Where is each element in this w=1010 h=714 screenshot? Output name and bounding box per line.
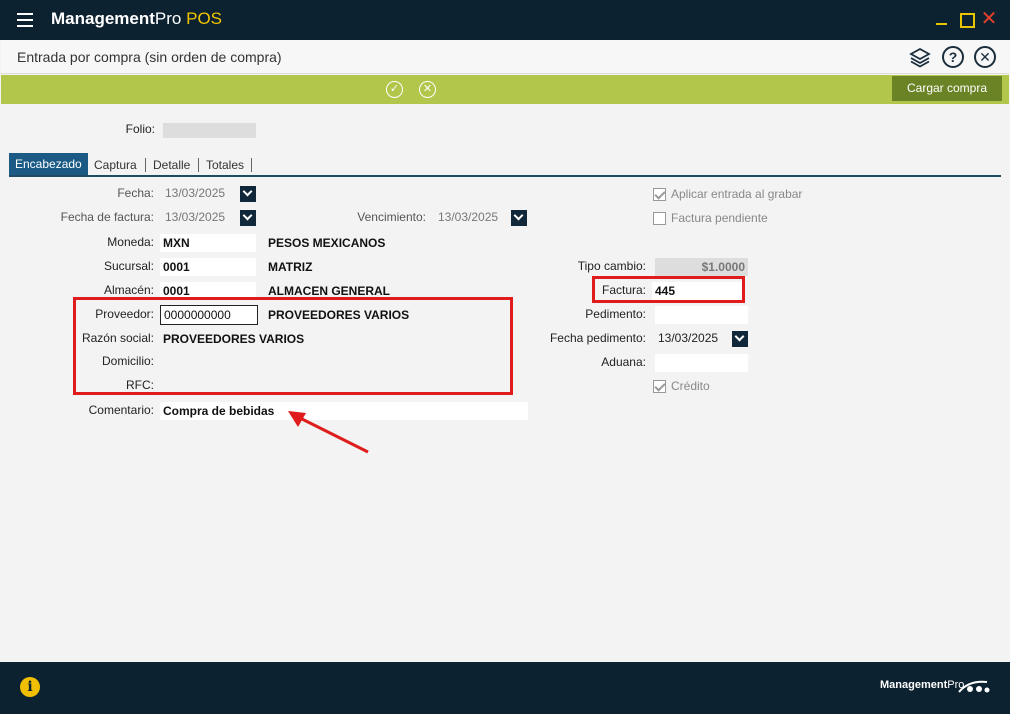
- confirm-icon[interactable]: ✓: [386, 81, 403, 98]
- help-icon[interactable]: ?: [942, 46, 964, 68]
- moneda-label: Moneda:: [107, 235, 154, 249]
- factura-highlight: [592, 276, 745, 303]
- sucursal-field[interactable]: 0001: [160, 258, 256, 276]
- comentario-label: Comentario:: [88, 403, 154, 417]
- factura-pendiente-checkbox[interactable]: [653, 212, 666, 225]
- menu-icon[interactable]: [17, 13, 33, 27]
- folio-label: Folio:: [125, 122, 155, 136]
- tab-encabezado[interactable]: Encabezado: [9, 153, 88, 175]
- page-title: Entrada por compra (sin orden de compra): [17, 49, 282, 65]
- proveedor-highlight: [73, 297, 513, 395]
- fecha-factura-calendar-icon[interactable]: [240, 210, 256, 226]
- aplicar-entrada-label: Aplicar entrada al grabar: [671, 187, 803, 201]
- vencimiento-label: Vencimiento:: [357, 210, 426, 224]
- fecha-pedimento-calendar-icon[interactable]: [732, 331, 748, 347]
- vencimiento-calendar-icon[interactable]: [511, 210, 527, 226]
- app-brand: ManagementPro POS: [51, 9, 223, 28]
- close-window-icon[interactable]: ✕: [980, 9, 998, 29]
- tab-totales[interactable]: Totales: [206, 155, 244, 175]
- fecha-factura-field[interactable]: 13/03/2025: [165, 208, 225, 226]
- info-icon[interactable]: i: [20, 677, 40, 697]
- folio-field[interactable]: [163, 123, 256, 138]
- cargar-compra-button[interactable]: Cargar compra: [892, 76, 1002, 101]
- moneda-field[interactable]: MXN: [160, 234, 256, 252]
- vencimiento-field[interactable]: 13/03/2025: [438, 208, 498, 226]
- almacen-label: Almacén:: [103, 283, 154, 297]
- moneda-name: PESOS MEXICANOS: [268, 236, 386, 250]
- aduana-label: Aduana:: [601, 355, 646, 369]
- fecha-label: Fecha:: [117, 186, 154, 200]
- credito-checkbox[interactable]: [653, 380, 666, 393]
- tipo-cambio-field[interactable]: $1.0000: [655, 258, 748, 276]
- footer-logo: ManagementPro: [880, 679, 965, 691]
- tab-captura[interactable]: Captura: [94, 155, 137, 175]
- minimize-icon[interactable]: [933, 10, 951, 28]
- footer-bar: i ManagementPro: [0, 662, 1010, 714]
- tab-separator: [251, 158, 252, 172]
- aplicar-entrada-checkbox[interactable]: [653, 188, 666, 201]
- fecha-pedimento-field[interactable]: 13/03/2025: [658, 329, 718, 347]
- layers-icon[interactable]: [909, 46, 931, 68]
- credito-label: Crédito: [671, 379, 710, 393]
- logo-mark-icon: [958, 680, 990, 693]
- tab-separator: [145, 158, 146, 172]
- tab-detalle[interactable]: Detalle: [153, 155, 190, 175]
- arrow-annotation-icon: [288, 411, 369, 454]
- fecha-factura-label: Fecha de factura:: [60, 210, 154, 224]
- close-form-icon[interactable]: ✕: [974, 46, 996, 68]
- form-header: Entrada por compra (sin orden de compra)…: [1, 40, 1009, 74]
- action-toolbar: ✓ ✕: [1, 75, 1009, 104]
- pedimento-label: Pedimento:: [585, 307, 646, 321]
- cancel-icon[interactable]: ✕: [419, 81, 436, 98]
- fecha-field[interactable]: 13/03/2025: [165, 184, 225, 202]
- fecha-pedimento-label: Fecha pedimento:: [549, 331, 646, 345]
- tab-separator: [198, 158, 199, 172]
- tipo-cambio-label: Tipo cambio:: [577, 259, 646, 273]
- fecha-calendar-icon[interactable]: [240, 186, 256, 202]
- pedimento-field[interactable]: [655, 306, 748, 324]
- aduana-field[interactable]: [655, 354, 748, 372]
- sucursal-name: MATRIZ: [268, 260, 313, 274]
- factura-pendiente-label: Factura pendiente: [671, 211, 768, 225]
- maximize-icon[interactable]: [957, 10, 975, 28]
- title-bar: ManagementPro POS ✕: [0, 0, 1010, 40]
- sucursal-label: Sucursal:: [103, 259, 154, 273]
- tab-bar: Encabezado Captura Detalle Totales: [9, 153, 1001, 177]
